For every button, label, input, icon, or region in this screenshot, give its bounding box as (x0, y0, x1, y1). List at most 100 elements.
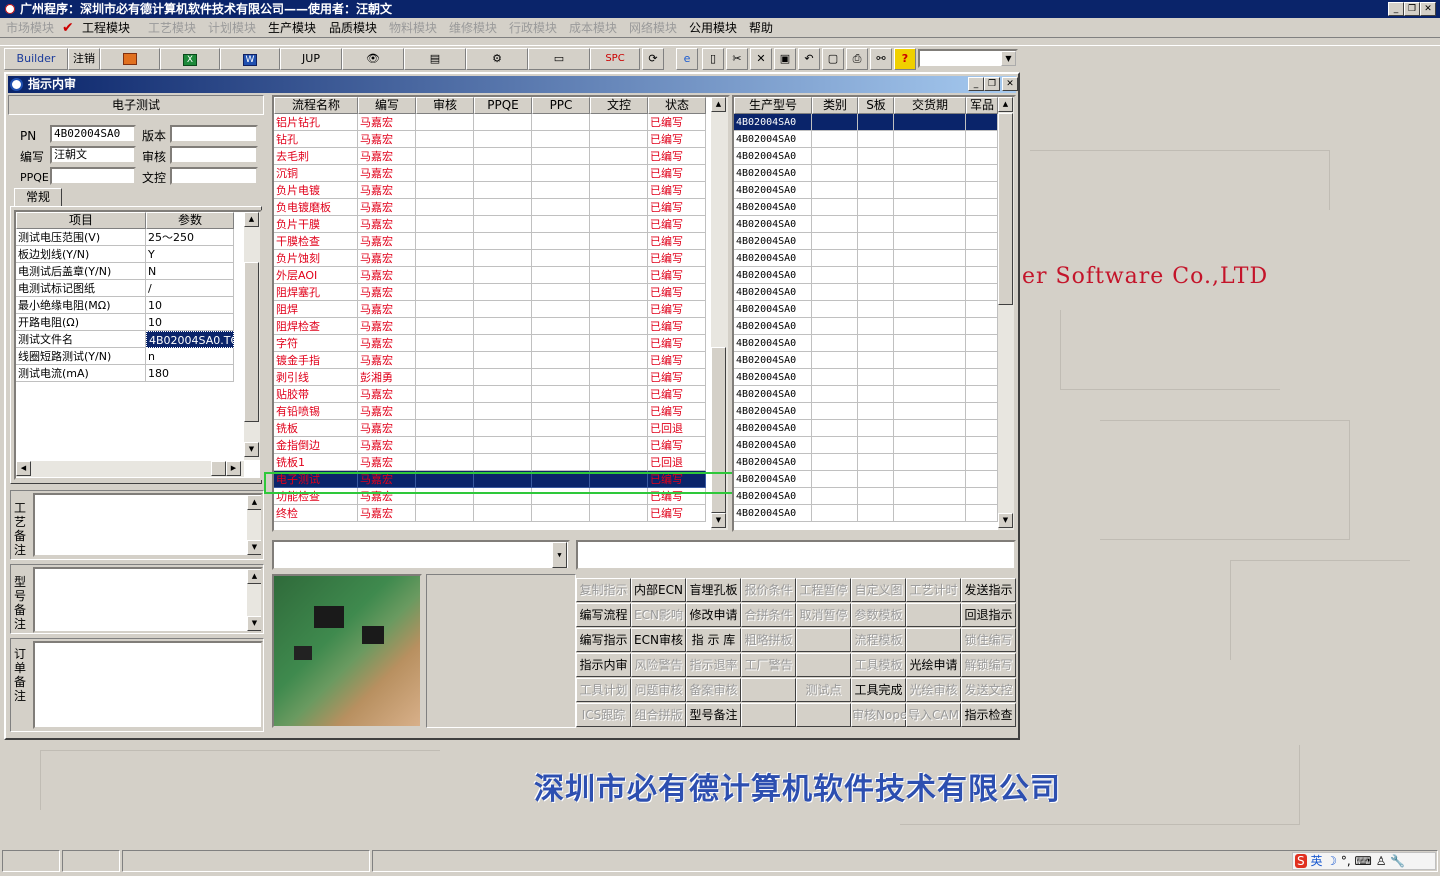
model-row[interactable]: 4B02004SA0 (734, 352, 998, 369)
scroll-thumb[interactable] (244, 262, 259, 422)
scroll-up-icon[interactable]: ▲ (998, 97, 1013, 112)
model-row[interactable]: 4B02004SA0 (734, 488, 998, 505)
param-value[interactable]: 25～250 (146, 229, 234, 246)
action-button[interactable]: 工厂警告 (741, 653, 796, 677)
ppqe-field[interactable] (50, 167, 136, 185)
scroll-down-icon[interactable]: ▼ (244, 442, 259, 457)
param-row[interactable]: 开路电阻(Ω) 10 (16, 314, 234, 331)
flow-row[interactable]: 钻孔 马嘉宏 已编写 (274, 131, 706, 148)
action-button[interactable]: 工具模板 (851, 653, 906, 677)
flow-row[interactable]: 阻焊 马嘉宏 已编写 (274, 301, 706, 318)
menu-admin[interactable]: 行政模块 (509, 19, 557, 37)
flow-row[interactable]: 沉铜 马嘉宏 已编写 (274, 165, 706, 182)
close-icon[interactable]: ✕ (1420, 2, 1436, 16)
action-button[interactable]: 复制指示 (576, 578, 631, 602)
param-row[interactable]: 测试文件名4B02004SA0.TGZ (16, 331, 234, 348)
flow-combo[interactable]: ▼ (272, 540, 570, 570)
save-button[interactable]: ▣ (774, 48, 796, 70)
spc-button[interactable]: SPC (590, 48, 640, 70)
menu-network[interactable]: 网络模块 (629, 19, 677, 37)
action-button[interactable]: 自定义图 (851, 578, 906, 602)
model-remark-field[interactable]: ▲ ▼ (33, 567, 263, 633)
action-button[interactable]: 编写指示 (576, 628, 631, 652)
database-button[interactable]: ▤ (404, 48, 466, 70)
action-button[interactable]: 粗略拼板 (741, 628, 796, 652)
builder-button[interactable]: Builder (4, 48, 68, 70)
action-button[interactable]: 盲埋孔板 (686, 578, 741, 602)
tab-general[interactable]: 常规 (14, 188, 62, 207)
computer-button[interactable]: ▭ (528, 48, 590, 70)
param-row[interactable]: 电测试后盖章(Y/N) N (16, 263, 234, 280)
new-button[interactable]: ▯ (702, 48, 724, 70)
remark2-scrollbar[interactable]: ▲ ▼ (247, 569, 261, 631)
flow-row[interactable]: 负片电镀 马嘉宏 已编写 (274, 182, 706, 199)
param-row[interactable]: 测试电流(mA) 180 (16, 365, 234, 382)
model-row[interactable]: 4B02004SA0 (734, 335, 998, 352)
action-button[interactable]: 测试点 (796, 678, 851, 702)
param-value[interactable]: N (146, 263, 234, 280)
action-button[interactable]: 报价条件 (741, 578, 796, 602)
action-button[interactable]: 回退指示 (961, 603, 1016, 627)
scroll-hthumb[interactable] (211, 461, 226, 476)
scroll-down-icon[interactable]: ▼ (247, 616, 261, 631)
action-button[interactable]: 问题审核 (631, 678, 686, 702)
child-restore-icon[interactable]: ❐ (984, 77, 1000, 91)
model-row[interactable]: 4B02004SA0 (734, 318, 998, 335)
flow-row[interactable]: 负片干膜 马嘉宏 已编写 (274, 216, 706, 233)
scroll-thumb[interactable] (998, 113, 1013, 305)
action-button[interactable]: ICS跟踪 (576, 703, 631, 727)
preview-button[interactable]: ▢ (822, 48, 844, 70)
action-button[interactable]: 编写流程 (576, 603, 631, 627)
menu-help[interactable]: 帮助 (749, 19, 773, 37)
scroll-up-icon[interactable]: ▲ (244, 212, 259, 227)
doc-control-field[interactable] (170, 167, 258, 185)
note-field[interactable] (576, 540, 1016, 570)
model-row[interactable]: 4B02004SA0 (734, 403, 998, 420)
action-button[interactable]: 参数模板 (851, 603, 906, 627)
child-minimize-icon[interactable]: _ (968, 77, 984, 91)
param-vscrollbar[interactable]: ▲ ▼ (244, 212, 260, 460)
menu-engineering[interactable]: 工程模块 (82, 19, 130, 37)
flow-row[interactable]: 铣板 马嘉宏 已回退 (274, 420, 706, 437)
param-row[interactable]: 测试电压范围(V) 25～250 (16, 229, 234, 246)
scroll-up-icon[interactable]: ▲ (711, 97, 726, 112)
wrench-icon[interactable]: 🔧 (1390, 854, 1405, 868)
user-icon[interactable]: ♙ (1376, 854, 1387, 868)
model-row[interactable]: 4B02004SA0 (734, 148, 998, 165)
moon-icon[interactable]: ☽ (1326, 854, 1337, 868)
flow-row[interactable]: 去毛刺 马嘉宏 已编写 (274, 148, 706, 165)
action-button[interactable]: ECN审核 (631, 628, 686, 652)
action-button[interactable]: 流程模板 (851, 628, 906, 652)
model-row[interactable]: 4B02004SA0 (734, 165, 998, 182)
flow-row[interactable]: 剥引线 彭湘勇 已编写 (274, 369, 706, 386)
action-button[interactable]: 工具计划 (576, 678, 631, 702)
cut-button[interactable]: ✂ (726, 48, 748, 70)
flow-row[interactable]: 负电镀磨板 马嘉宏 已编写 (274, 199, 706, 216)
model-row[interactable]: 4B02004SA0 (734, 250, 998, 267)
menu-plan[interactable]: 计划模块 (208, 19, 256, 37)
ie-button[interactable]: e (676, 48, 698, 70)
toolbar-combo[interactable]: ▼ (918, 49, 1018, 68)
delete-button[interactable]: ✕ (750, 48, 772, 70)
param-row[interactable]: 线圈短路测试(Y/N) n (16, 348, 234, 365)
author-field[interactable]: 汪朝文 (50, 146, 136, 164)
model-row[interactable]: 4B02004SA0 (734, 471, 998, 488)
model-row[interactable]: 4B02004SA0 (734, 182, 998, 199)
model-row[interactable]: 4B02004SA0 (734, 301, 998, 318)
model-row[interactable]: 4B02004SA0 (734, 216, 998, 233)
menu-process[interactable]: 工艺模块 (148, 19, 196, 37)
scroll-down-icon[interactable]: ▼ (711, 513, 726, 528)
flow-row[interactable]: 有铅喷锡 马嘉宏 已编写 (274, 403, 706, 420)
action-button[interactable]: 内部ECN (631, 578, 686, 602)
param-value[interactable]: 10 (146, 314, 234, 331)
model-vscrollbar[interactable]: ▲ ▼ (998, 97, 1014, 530)
scroll-down-icon[interactable]: ▼ (247, 540, 261, 555)
model-row[interactable]: 4B02004SA0 (734, 199, 998, 216)
action-button[interactable]: 审核Nope (851, 703, 907, 727)
model-row[interactable]: 4B02004SA0 (734, 505, 998, 522)
action-button[interactable]: 导入CAM (906, 703, 961, 727)
model-row[interactable]: 4B02004SA0 (734, 454, 998, 471)
chevron-down-icon[interactable]: ▼ (552, 542, 567, 568)
action-button[interactable]: 备案审核 (686, 678, 741, 702)
menu-cost[interactable]: 成本模块 (569, 19, 617, 37)
